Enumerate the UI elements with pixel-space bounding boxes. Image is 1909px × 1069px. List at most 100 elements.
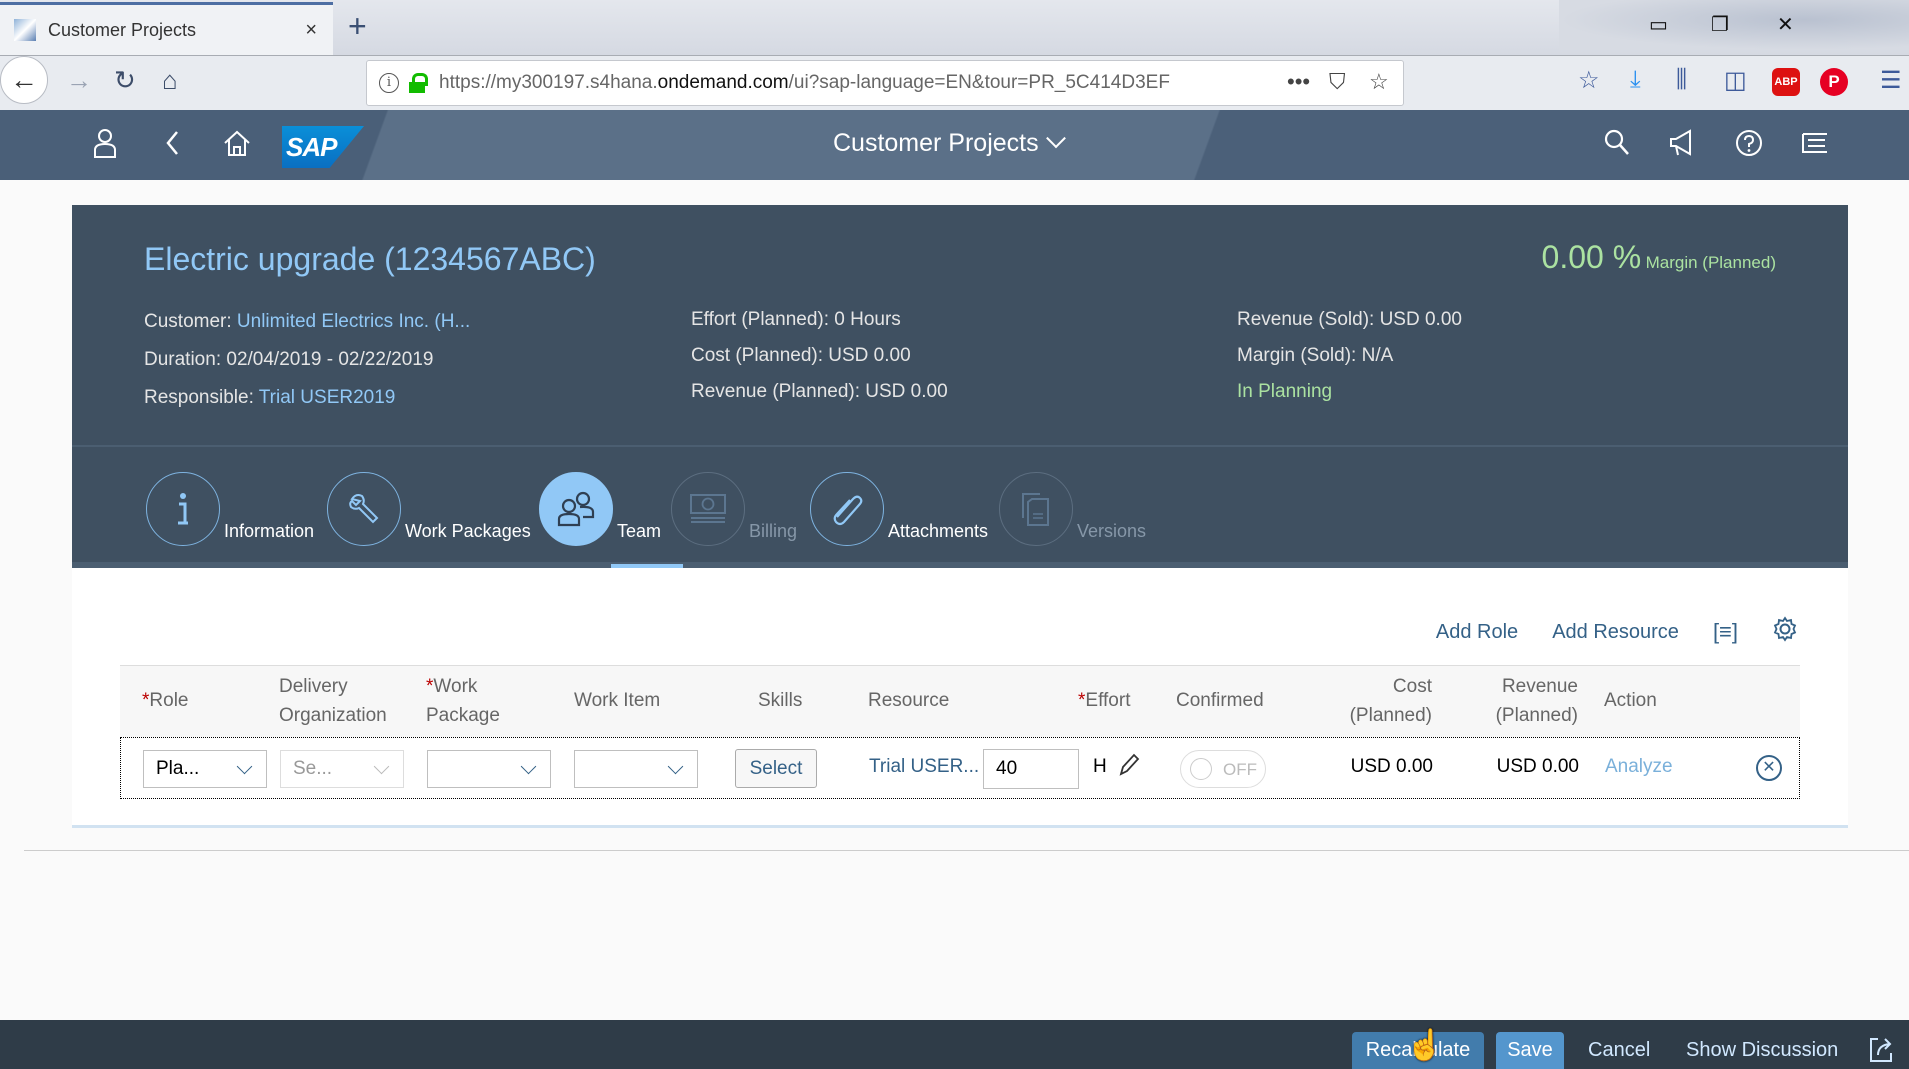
mouse-cursor-icon: ☝ [1406,1029,1444,1062]
bookmark-star-icon[interactable]: ☆ [1369,69,1389,95]
toggle-knob [1190,758,1212,780]
window-controls: ▭ ❐ ✕ [1559,0,1909,50]
status-badge: In Planning [1237,381,1333,402]
back-button[interactable]: ← [0,56,48,104]
download-icon[interactable]: ⤓ [1630,66,1641,94]
wrench-icon [327,472,401,546]
select-skills-button[interactable]: Select [735,749,817,788]
chevron-down-icon [1045,128,1066,149]
show-discussion-button[interactable]: Show Discussion [1674,1032,1850,1069]
footer-toolbar: Recalculate Save Cancel Show Discussion [0,1020,1909,1069]
favicon-icon [14,19,36,41]
table-row: Pla... Se... Select Trial USER... H OFF [120,737,1800,799]
notifications-megaphone-icon[interactable] [1668,128,1698,165]
search-icon[interactable] [1603,128,1631,165]
customer-attribute: Customer: Unlimited Electrics Inc. (H... [144,311,471,332]
role-select[interactable]: Pla... [143,750,267,788]
shell-bar: SAP Customer Projects [0,110,1909,180]
home-icon[interactable] [222,128,252,165]
table-view-settings-icon[interactable]: [≡] [1713,619,1738,645]
tab-title: Customer Projects [48,19,197,40]
column-header-revenue-planned: Revenue (Planned) [1495,676,1578,726]
browser-navbar: ← → ↻ ⌂ i https://my300197.s4hana.ondema… [0,55,1909,110]
team-icon [539,472,613,546]
page-actions-icon[interactable]: ••• [1287,69,1310,95]
confirmed-toggle[interactable]: OFF [1180,750,1266,788]
settings-gear-icon[interactable] [1772,616,1798,648]
user-icon[interactable] [93,128,117,165]
icon-tab-bar: Information Work Packages Team Billing A… [72,445,1848,568]
add-role-button[interactable]: Add Role [1436,621,1518,644]
browser-tab-strip: Customer Projects × + ▭ ❐ ✕ [0,0,1909,55]
chevron-down-icon [373,758,390,775]
menu-icon[interactable]: ☰ [1880,66,1902,95]
work-item-select[interactable] [574,750,698,788]
team-section: Add Role Add Resource [≡] *Role Delivery… [72,568,1848,828]
url-bar[interactable]: i https://my300197.s4hana.ondemand.com/u… [366,60,1404,106]
project-title: Electric upgrade (1234567ABC) [144,241,596,277]
pinterest-icon[interactable]: P [1820,68,1848,96]
sidebar-icon[interactable]: ◫ [1724,66,1747,95]
versions-icon [999,472,1073,546]
analyze-link[interactable]: Analyze [1605,756,1673,778]
back-nav-icon[interactable] [163,128,181,165]
tab-close-icon[interactable]: × [305,19,317,42]
revenue-planned-value: USD 0.00 [1496,756,1579,777]
responsible-attribute: Responsible: Trial USER2019 [144,387,396,408]
revenue-planned: Revenue (Planned): USD 0.00 [691,381,948,402]
effort-input[interactable] [983,749,1079,789]
column-header-confirmed: Confirmed [1176,690,1264,711]
save-button[interactable]: Save [1496,1032,1564,1069]
billing-icon [671,472,745,546]
column-header-effort: *Effort [1078,690,1131,711]
chevron-down-icon [520,758,537,775]
site-info-icon[interactable]: i [379,73,399,93]
share-icon[interactable] [1868,1030,1894,1067]
kpi-value: 0.00 % [1541,239,1642,275]
forward-button[interactable]: → [66,65,92,96]
margin-planned-kpi: 0.00 % Margin (Planned) [1542,239,1776,276]
cost-planned-value: USD 0.00 [1350,756,1433,777]
column-header-action: Action [1604,690,1657,711]
cancel-button[interactable]: Cancel [1576,1032,1662,1069]
restore-icon[interactable]: ❐ [1711,12,1729,37]
new-tab-button[interactable]: + [348,8,367,45]
adblock-icon[interactable]: ABP [1772,68,1800,96]
chevron-down-icon [236,758,253,775]
url-text[interactable]: https://my300197.s4hana.ondemand.com/ui?… [439,72,1229,94]
window-close-icon[interactable]: ✕ [1777,12,1794,37]
tab-attachments[interactable]: Attachments [810,472,988,546]
add-resource-button[interactable]: Add Resource [1552,621,1679,644]
column-header-work-item: Work Item [574,690,661,711]
library-icon[interactable]: ⫼ [1676,66,1687,94]
overflow-menu-icon[interactable] [1800,128,1830,165]
home-button[interactable]: ⌂ [162,65,178,96]
help-icon[interactable] [1734,128,1764,165]
team-table: *Role Delivery Organization *Work Package … [120,665,1800,799]
work-package-select[interactable] [427,750,551,788]
edit-pencil-icon[interactable] [1117,752,1141,784]
sap-logo[interactable]: SAP [282,126,364,168]
information-icon [146,472,220,546]
customer-link[interactable]: Unlimited Electrics Inc. (H... [237,311,470,332]
tab-information[interactable]: Information [146,472,314,546]
bookmark-manage-icon[interactable]: ☆ [1578,66,1600,95]
resource-link[interactable]: Trial USER... [869,756,979,778]
column-header-resource: Resource [868,690,950,711]
tab-versions: Versions [999,472,1146,546]
column-header-skills: Skills [758,690,803,711]
minimize-icon[interactable]: ▭ [1649,12,1668,37]
delete-row-icon[interactable]: ✕ [1756,755,1782,781]
delivery-organization-select: Se... [280,750,404,788]
effort-planned: Effort (Planned): 0 Hours [691,309,901,330]
app-title-menu[interactable]: Customer Projects [833,128,1066,158]
browser-tab[interactable]: Customer Projects × [0,2,333,55]
duration-attribute: Duration: 02/04/2019 - 02/22/2019 [144,349,434,370]
tab-billing: Billing [671,472,797,546]
column-header-cost-planned: Cost (Planned) [1349,676,1432,726]
reload-button[interactable]: ↻ [114,65,136,96]
responsible-link[interactable]: Trial USER2019 [259,387,396,408]
pocket-icon[interactable]: ⛉ [1329,69,1346,95]
tab-team[interactable]: Team [539,472,661,546]
tab-work-packages[interactable]: Work Packages [327,472,531,546]
